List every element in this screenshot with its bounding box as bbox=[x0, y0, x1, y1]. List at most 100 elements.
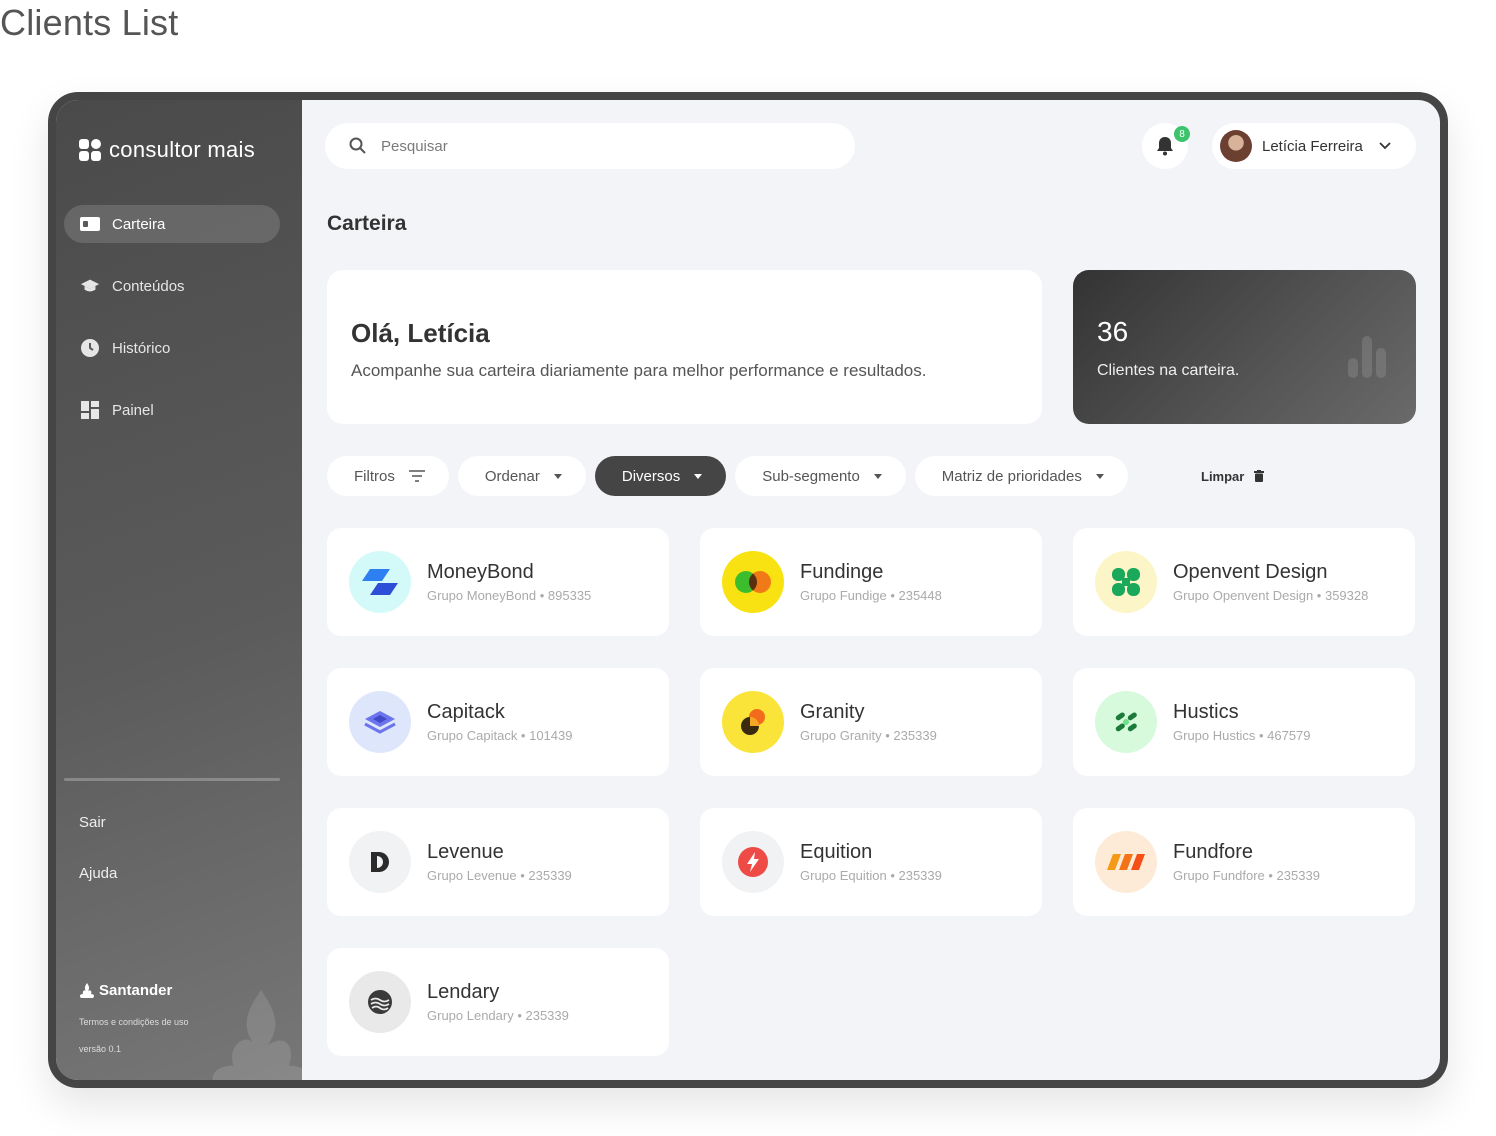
client-name: Capitack bbox=[427, 701, 505, 723]
logo-icon bbox=[79, 139, 101, 161]
client-name: MoneyBond bbox=[427, 561, 534, 583]
dashboard-icon bbox=[80, 400, 100, 420]
clear-filters-button[interactable]: Limpar bbox=[1201, 456, 1265, 496]
caret-down-icon bbox=[694, 473, 703, 479]
client-name: Fundfore bbox=[1173, 841, 1254, 863]
sidebar-item-carteira[interactable]: Carteira bbox=[64, 205, 280, 243]
chevron-down-icon bbox=[1379, 142, 1391, 150]
santander-logo: Santander bbox=[79, 982, 172, 999]
caret-down-icon bbox=[1095, 473, 1104, 479]
client-card[interactable]: Granity Grupo Granity • 235339 bbox=[700, 668, 1042, 776]
app-window: consultor mais Carteira Conteúdos Histór… bbox=[48, 92, 1448, 1088]
logout-link[interactable]: Sair bbox=[79, 814, 106, 831]
openvent-logo-icon bbox=[1095, 551, 1157, 613]
client-group: Grupo Levenue • 235339 bbox=[427, 868, 572, 883]
subsegment-dropdown[interactable]: Sub-segmento bbox=[735, 456, 906, 496]
subsegment-label: Sub-segmento bbox=[762, 467, 860, 485]
search-bar[interactable] bbox=[325, 123, 855, 169]
client-card[interactable]: Fundinge Grupo Fundige • 235448 bbox=[700, 528, 1042, 636]
client-name: Openvent Design bbox=[1173, 561, 1328, 583]
client-card[interactable]: Levenue Grupo Levenue • 235339 bbox=[327, 808, 669, 916]
user-menu[interactable]: Letícia Ferreira bbox=[1212, 123, 1416, 169]
version-label: versão 0.1 bbox=[79, 1044, 122, 1054]
flame-icon bbox=[79, 982, 95, 998]
caret-down-icon bbox=[553, 473, 562, 479]
welcome-card: Olá, Letícia Acompanhe sua carteira diar… bbox=[327, 270, 1042, 424]
client-group: Grupo MoneyBond • 895335 bbox=[427, 588, 592, 603]
client-card[interactable]: Capitack Grupo Capitack • 101439 bbox=[327, 668, 669, 776]
fundinge-logo-icon bbox=[722, 551, 784, 613]
app-screen: consultor mais Carteira Conteúdos Histór… bbox=[56, 100, 1440, 1080]
sidebar-item-conteudos[interactable]: Conteúdos bbox=[64, 267, 280, 305]
clients-count-card: 36 Clientes na carteira. bbox=[1073, 270, 1416, 424]
app-logo[interactable]: consultor mais bbox=[79, 137, 255, 163]
sort-label: Ordenar bbox=[484, 467, 540, 485]
client-name: Fundinge bbox=[800, 561, 884, 583]
notifications-button[interactable]: 8 bbox=[1142, 123, 1190, 169]
app-name: consultor mais bbox=[109, 137, 256, 162]
terms-link[interactable]: Termos e condições de uso bbox=[79, 1017, 189, 1027]
client-card[interactable]: Lendary Grupo Lendary • 235339 bbox=[327, 948, 669, 1056]
sidebar-item-painel[interactable]: Painel bbox=[64, 391, 280, 429]
search-input[interactable] bbox=[381, 137, 801, 155]
sidebar-nav: Carteira Conteúdos Histórico Painel bbox=[64, 205, 280, 453]
client-group: Grupo Capitack • 101439 bbox=[427, 728, 573, 743]
client-card[interactable]: Fundfore Grupo Fundfore • 235339 bbox=[1073, 808, 1415, 916]
client-card[interactable]: Equition Grupo Equition • 235339 bbox=[700, 808, 1042, 916]
welcome-greeting: Olá, Letícia bbox=[351, 318, 490, 348]
sidebar-item-historico[interactable]: Histórico bbox=[64, 329, 280, 367]
bar-chart-icon bbox=[1348, 336, 1386, 378]
client-card[interactable]: Hustics Grupo Hustics • 467579 bbox=[1073, 668, 1415, 776]
filters-label: Filtros bbox=[354, 467, 395, 485]
clear-label: Limpar bbox=[1201, 468, 1245, 484]
client-group: Grupo Lendary • 235339 bbox=[427, 1008, 569, 1023]
sidebar-divider bbox=[64, 778, 280, 781]
sort-dropdown[interactable]: Ordenar bbox=[457, 456, 586, 496]
client-group: Grupo Granity • 235339 bbox=[800, 728, 937, 743]
wallet-icon bbox=[80, 214, 100, 234]
lendary-logo-icon bbox=[349, 971, 411, 1033]
priority-matrix-label: Matriz de prioridades bbox=[941, 467, 1082, 485]
clients-grid: MoneyBond Grupo MoneyBond • 895335 Fundi… bbox=[327, 528, 1415, 1056]
filters-button[interactable]: Filtros bbox=[327, 456, 449, 496]
hustics-logo-icon bbox=[1095, 691, 1157, 753]
levenue-logo-icon bbox=[349, 831, 411, 893]
search-icon bbox=[349, 137, 366, 154]
page-heading: Clients List bbox=[0, 2, 179, 43]
brand-name: Santander bbox=[99, 982, 173, 999]
capitack-logo-icon bbox=[349, 691, 411, 753]
client-card[interactable]: MoneyBond Grupo MoneyBond • 895335 bbox=[327, 528, 669, 636]
sidebar-item-label: Carteira bbox=[112, 215, 166, 233]
sidebar-item-label: Painel bbox=[112, 401, 154, 419]
client-name: Hustics bbox=[1173, 701, 1239, 723]
user-name: Letícia Ferreira bbox=[1262, 137, 1363, 155]
diversos-label: Diversos bbox=[621, 467, 681, 485]
page-title: Carteira bbox=[327, 212, 407, 235]
caret-down-icon bbox=[873, 473, 882, 479]
client-group: Grupo Equition • 235339 bbox=[800, 868, 942, 883]
client-group: Grupo Hustics • 467579 bbox=[1173, 728, 1311, 743]
flame-watermark-icon bbox=[206, 990, 302, 1080]
welcome-text: Acompanhe sua carteira diariamente para … bbox=[351, 361, 927, 380]
diversos-dropdown[interactable]: Diversos bbox=[594, 456, 727, 496]
client-name: Equition bbox=[800, 841, 873, 863]
help-link[interactable]: Ajuda bbox=[79, 865, 117, 882]
filter-bar: Filtros Ordenar Diversos Sub-segmento Ma… bbox=[327, 456, 1128, 496]
equition-logo-icon bbox=[722, 831, 784, 893]
trash-icon bbox=[1254, 470, 1265, 482]
fundfore-logo-icon bbox=[1095, 831, 1157, 893]
bell-icon bbox=[1157, 137, 1173, 156]
priority-matrix-dropdown[interactable]: Matriz de prioridades bbox=[914, 456, 1128, 496]
sidebar: consultor mais Carteira Conteúdos Histór… bbox=[56, 100, 302, 1080]
client-group: Grupo Fundfore • 235339 bbox=[1173, 868, 1320, 883]
filter-icon bbox=[408, 470, 425, 482]
client-name: Levenue bbox=[427, 841, 504, 863]
clock-icon bbox=[80, 338, 100, 358]
client-name: Lendary bbox=[427, 981, 500, 1003]
main-content: 8 Letícia Ferreira Carteira Olá, Letícia… bbox=[302, 100, 1440, 1080]
sidebar-item-label: Conteúdos bbox=[112, 277, 185, 295]
avatar bbox=[1220, 130, 1252, 162]
client-name: Granity bbox=[800, 701, 865, 723]
moneybond-logo-icon bbox=[349, 551, 411, 613]
client-card[interactable]: Openvent Design Grupo Openvent Design • … bbox=[1073, 528, 1415, 636]
